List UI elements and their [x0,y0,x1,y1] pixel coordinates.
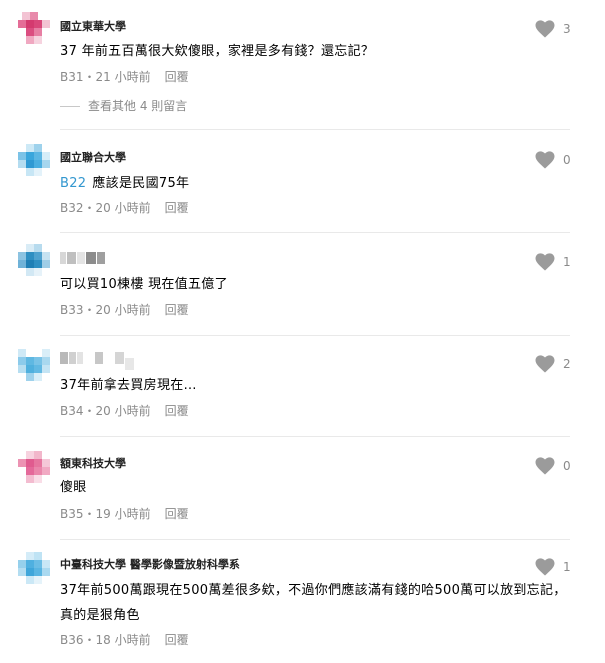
comment-b31: 國立東華大學 37 年前五百萬很大欸傻眼，家裡是多有錢？還忘記？ B31・21 … [0,0,605,130]
comment-text: B22 應該是民國75年 [60,171,570,196]
commenter-name[interactable]: 額東科技大學 [60,457,126,471]
like-button[interactable]: 0 [535,457,575,477]
timestamp: 20 小時前 [95,404,151,418]
commenter-name[interactable]: 中臺科技大學 醫學影像暨放射科學系 [60,558,240,572]
comment-meta: B31・21 小時前 回覆 [60,69,189,85]
reply-button[interactable]: 回覆 [165,70,189,84]
floor-number: B35 [60,507,84,521]
comment-b34: 37年前拿去買房現在… B34・20 小時前 回覆 2 [0,335,605,439]
heart-icon [535,253,555,271]
commenter-name[interactable]: 國立聯合大學 [60,151,126,165]
meta-separator: ・ [83,507,96,521]
like-count: 0 [563,153,571,167]
like-count: 1 [563,255,571,269]
like-count: 1 [563,560,571,574]
comment-b32: 國立聯合大學 B22 應該是民國75年 B32・20 小時前 回覆 0 [0,130,605,234]
comment-b36: 中臺科技大學 醫學影像暨放射科學系 37年前500萬跟現在500萬差很多欸，不過… [0,540,605,663]
comment-text: 37 年前五百萬很大欸傻眼，家裡是多有錢？還忘記？ [60,44,375,59]
avatar[interactable] [18,349,52,383]
heart-icon [535,558,555,576]
heart-icon [535,355,555,373]
meta-separator: ・ [83,201,96,215]
comment-meta: B34・20 小時前 回覆 [60,403,189,419]
comment-text: 37年前500萬跟現在500萬差很多欸，不過你們應該滿有錢的哈500萬可以放到忘… [60,583,567,623]
like-count: 0 [563,459,571,473]
timestamp: 20 小時前 [95,303,151,317]
timestamp: 20 小時前 [95,201,151,215]
comment-meta: B33・20 小時前 回覆 [60,302,189,318]
floor-mention-link[interactable]: B22 [60,176,86,191]
reply-button[interactable]: 回覆 [165,633,189,647]
comment-meta: B32・20 小時前 回覆 [60,200,189,216]
floor-number: B33 [60,303,84,317]
view-more-label[interactable]: 查看其他 4 則留言 [88,99,187,113]
meta-separator: ・ [83,404,96,418]
heart-icon [535,151,555,169]
timestamp: 19 小時前 [95,507,151,521]
commenter-name-pixelated [60,252,105,266]
comment-meta: B36・18 小時前 回覆 [60,632,189,648]
avatar[interactable] [18,12,52,46]
heart-icon [535,457,555,475]
like-button[interactable]: 1 [535,253,575,273]
floor-number: B36 [60,633,84,647]
reply-button[interactable]: 回覆 [165,404,189,418]
commenter-name[interactable]: 國立東華大學 [60,20,126,34]
avatar[interactable] [18,451,52,485]
floor-number: B34 [60,404,84,418]
view-more-replies[interactable]: 查看其他 4 則留言 [60,98,187,114]
like-button[interactable]: 1 [535,558,575,578]
timestamp: 21 小時前 [95,70,151,84]
commenter-name-pixelated [60,350,135,370]
avatar[interactable] [18,552,52,586]
like-count: 3 [563,22,571,36]
comment-text: 可以買10棟樓 現在值五億了 [60,277,228,292]
meta-separator: ・ [83,303,96,317]
floor-number: B32 [60,201,84,215]
comment-meta: B35・19 小時前 回覆 [60,506,189,522]
comment-text: 傻眼 [60,480,87,495]
avatar[interactable] [18,144,52,178]
like-button[interactable]: 3 [535,20,575,40]
heart-icon [535,20,555,38]
comment-b35: 額東科技大學 傻眼 B35・19 小時前 回覆 0 [0,437,605,541]
reply-button[interactable]: 回覆 [165,507,189,521]
comment-b33: 可以買10棟樓 現在值五億了 B33・20 小時前 回覆 1 [0,232,605,336]
timestamp: 18 小時前 [95,633,151,647]
avatar[interactable] [18,244,52,278]
like-button[interactable]: 0 [535,151,575,171]
like-button[interactable]: 2 [535,355,575,375]
reply-button[interactable]: 回覆 [165,303,189,317]
reply-button[interactable]: 回覆 [165,201,189,215]
meta-separator: ・ [83,70,96,84]
floor-number: B31 [60,70,84,84]
like-count: 2 [563,357,571,371]
comment-text-content: 應該是民國75年 [92,176,190,191]
meta-separator: ・ [83,633,96,647]
comment-text: 37年前拿去買房現在… [60,378,197,393]
divider-line [60,106,80,107]
